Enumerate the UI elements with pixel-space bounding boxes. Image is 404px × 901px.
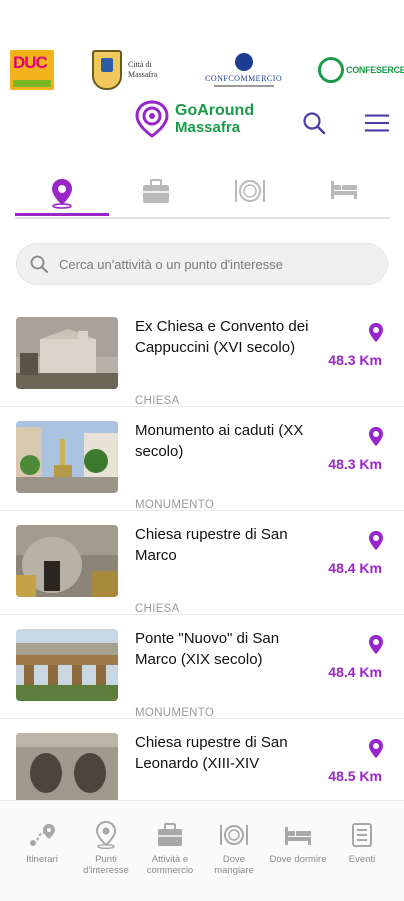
list-item[interactable]: Chiesa rupestre di San Marco CHIESA 48.4…	[0, 510, 404, 615]
nav-label: Itinerari	[26, 854, 58, 865]
poi-distance: 48.3 Km	[328, 352, 382, 368]
list-item[interactable]: Monumento ai caduti (XX secolo) MONUMENT…	[0, 406, 404, 511]
poi-title: Chiesa rupestre di San Marco	[135, 526, 288, 564]
nav-itinerari[interactable]: Itinerari	[10, 821, 74, 865]
nav-label: Attività e commercio	[146, 854, 194, 876]
tab-points-of-interest[interactable]	[15, 177, 109, 216]
brand-name-line2: Massafra	[175, 119, 241, 136]
coat-of-arms-icon	[92, 50, 122, 90]
search-input[interactable]	[57, 255, 361, 273]
tab-lodging[interactable]	[297, 177, 391, 215]
list-item[interactable]: Chiesa rupestre di San Leonardo (XIII-XI…	[0, 718, 404, 800]
duc-logo: DUC	[10, 44, 54, 96]
app-brand: GoAround Massafra	[135, 100, 254, 138]
plate-cutlery-icon	[235, 180, 265, 202]
nav-eventi[interactable]: Eventi	[330, 821, 394, 865]
location-pin-icon	[369, 427, 383, 446]
route-icon	[30, 824, 55, 846]
poi-distance: 48.5 Km	[328, 768, 382, 784]
nav-label: Eventi	[348, 854, 376, 865]
poi-title: Chiesa rupestre di San Leonardo (XIII-XI…	[135, 734, 288, 772]
plate-cutlery-icon	[220, 825, 248, 845]
briefcase-icon	[143, 179, 169, 203]
nav-label: Dove mangiare	[214, 854, 254, 876]
location-pin-icon	[95, 821, 117, 849]
partner-logos: DUC Città di Massafra CONFCOMMERCIO CONFE…	[0, 44, 404, 96]
category-tabs	[15, 177, 390, 219]
list-item[interactable]: Ponte "Nuovo" di San Marco (XIX secolo) …	[0, 614, 404, 719]
briefcase-icon	[158, 823, 182, 846]
poi-distance: 48.3 Km	[328, 456, 382, 472]
poi-thumbnail	[16, 629, 118, 701]
location-pin-icon	[369, 323, 383, 342]
confesercenti-logo: CONFESERCENTI	[318, 44, 404, 96]
tab-activities[interactable]	[109, 177, 203, 215]
search-icon[interactable]	[301, 110, 327, 136]
poi-thumbnail	[16, 733, 118, 800]
news-icon	[352, 823, 372, 847]
poi-distance: 48.4 Km	[328, 664, 382, 680]
poi-title: Monumento ai caduti (XX secolo)	[135, 422, 304, 460]
poi-thumbnail	[16, 421, 118, 493]
nav-attivita[interactable]: Attività e commercio	[138, 821, 202, 876]
nav-label: Dove dormire	[269, 854, 327, 865]
poi-thumbnail	[16, 525, 118, 597]
nav-label: Punti d'interesse	[83, 854, 129, 876]
location-pin-icon	[369, 531, 383, 550]
poi-title: Ponte "Nuovo" di San Marco (XIX secolo)	[135, 630, 280, 668]
nav-dove-dormire[interactable]: Dove dormire	[266, 821, 330, 865]
tab-food[interactable]	[203, 177, 297, 215]
bed-icon	[331, 181, 357, 199]
menu-icon[interactable]	[364, 110, 390, 136]
nav-dove-mangiare[interactable]: Dove mangiare	[202, 821, 266, 876]
search-icon	[30, 255, 48, 273]
poi-thumbnail	[16, 317, 118, 389]
confcommercio-logo: CONFCOMMERCIO	[205, 44, 282, 96]
brand-pin-icon	[135, 100, 169, 138]
search-bar[interactable]	[16, 243, 388, 285]
nav-punti-interesse[interactable]: Punti d'interesse	[74, 821, 138, 876]
list-item[interactable]: Ex Chiesa e Convento dei Cappuccini (XVI…	[0, 302, 404, 407]
location-pin-icon	[369, 635, 383, 654]
poi-distance: 48.4 Km	[328, 560, 382, 576]
poi-title: Ex Chiesa e Convento dei Cappuccini (XVI…	[135, 318, 309, 356]
location-pin-icon	[52, 179, 72, 209]
brand-name-line1: GoAround	[175, 102, 255, 119]
poi-list: Ex Chiesa e Convento dei Cappuccini (XVI…	[0, 302, 404, 800]
bed-icon	[285, 827, 311, 845]
location-pin-icon	[369, 739, 383, 758]
citta-massafra-logo: Città di Massafra	[92, 44, 157, 96]
bottom-navigation: Itinerari Punti d'interesse Attività e c…	[0, 800, 404, 901]
